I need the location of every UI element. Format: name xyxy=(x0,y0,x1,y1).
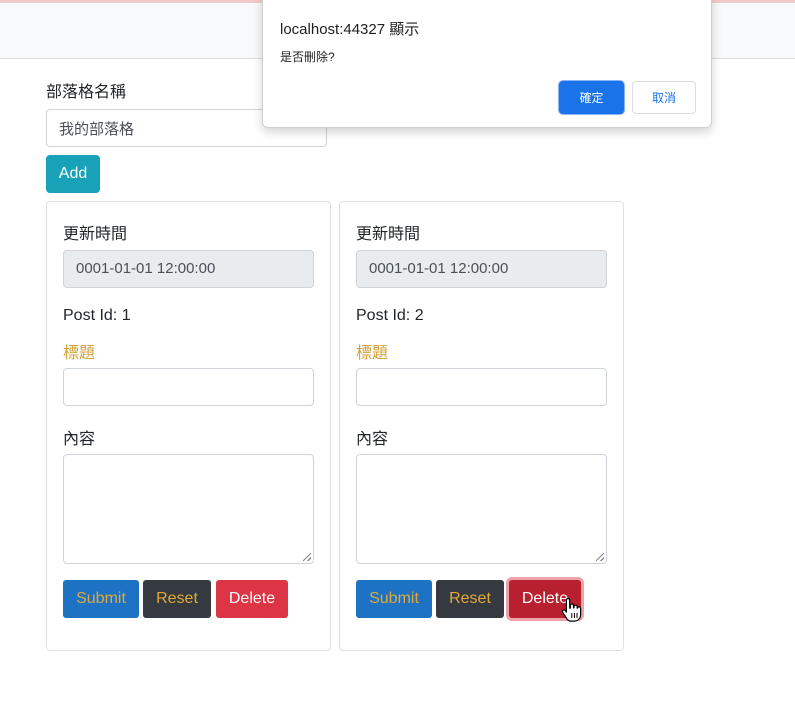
updated-time-field: 0001-01-01 12:00:00 xyxy=(356,250,607,288)
delete-button[interactable]: Delete xyxy=(216,580,288,618)
reset-button[interactable]: Reset xyxy=(436,580,504,618)
cancel-button[interactable]: 取消 xyxy=(632,81,696,114)
post-id-text: Post Id: 2 xyxy=(356,307,424,324)
content-label: 內容 xyxy=(63,431,96,448)
post-card: 更新時間 0001-01-01 12:00:00 Post Id: 2 標題 內… xyxy=(339,201,624,651)
hand-cursor-icon xyxy=(561,597,582,622)
post-id-text: Post Id: 1 xyxy=(63,307,131,324)
blog-name-label: 部落格名稱 xyxy=(46,84,127,101)
resize-grip-icon[interactable] xyxy=(303,553,311,561)
content-label: 內容 xyxy=(356,431,389,448)
title-input[interactable] xyxy=(63,368,314,406)
content-textarea[interactable] xyxy=(63,454,314,564)
add-button[interactable]: Add xyxy=(46,155,100,193)
post-card: 更新時間 0001-01-01 12:00:00 Post Id: 1 標題 內… xyxy=(46,201,331,651)
title-label: 標題 xyxy=(63,345,96,362)
submit-button[interactable]: Submit xyxy=(63,580,139,618)
dialog-title: localhost:44327 顯示 xyxy=(280,21,420,38)
updated-time-label: 更新時間 xyxy=(63,226,128,243)
dialog-message: 是否刪除? xyxy=(280,50,335,64)
submit-button[interactable]: Submit xyxy=(356,580,432,618)
title-input[interactable] xyxy=(356,368,607,406)
confirm-dialog: localhost:44327 顯示 是否刪除? 確定 取消 xyxy=(262,0,712,128)
ok-button[interactable]: 確定 xyxy=(559,81,624,114)
updated-time-label: 更新時間 xyxy=(356,226,421,243)
updated-time-field: 0001-01-01 12:00:00 xyxy=(63,250,314,288)
resize-grip-icon[interactable] xyxy=(596,553,604,561)
reset-button[interactable]: Reset xyxy=(143,580,211,618)
title-label: 標題 xyxy=(356,345,389,362)
content-textarea[interactable] xyxy=(356,454,607,564)
